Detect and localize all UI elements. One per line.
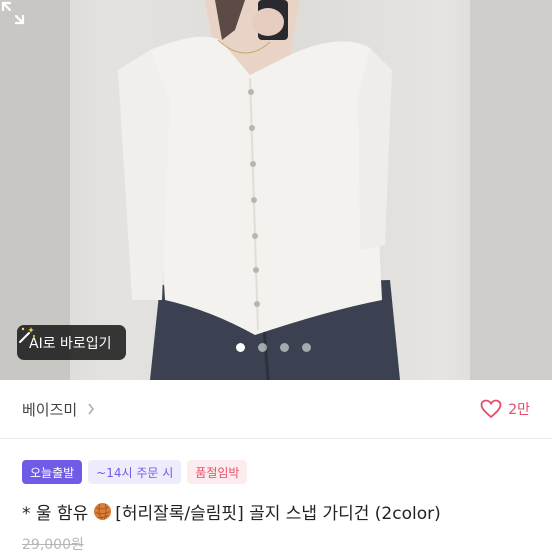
carousel-indicator: [236, 343, 311, 352]
model-illustration: [0, 0, 552, 380]
title-prefix: * 울 함유: [22, 504, 89, 524]
product-title: * 울 함유 [허리잘록/슬림핏] 골지 스냅 가디건 (2color): [22, 499, 441, 524]
yarn-ball-icon: [94, 502, 112, 521]
ai-try-on-button[interactable]: AI로 바로입기: [17, 325, 126, 360]
carousel-dot[interactable]: [236, 343, 245, 352]
shop-row[interactable]: 베이즈미 2만: [0, 380, 552, 438]
heart-outline-icon: [480, 399, 502, 419]
like-count: 2만: [508, 402, 530, 418]
carousel-dot[interactable]: [258, 343, 267, 352]
today-shipping-badge: 오늘출발: [22, 460, 83, 484]
magic-wand-icon: [19, 327, 35, 343]
shop-name[interactable]: 베이즈미: [22, 399, 77, 420]
delivery-badges: 오늘출발 ~14시 주문 시 품절임박: [22, 460, 248, 484]
low-stock-badge: 품절임박: [187, 460, 248, 484]
original-price: 29,000원: [22, 537, 84, 553]
product-image[interactable]: AI로 바로입기: [0, 0, 552, 380]
chevron-right-icon: [88, 403, 95, 415]
title-text: [허리잘록/슬림핏] 골지 스냅 가디건 (2color): [115, 504, 441, 524]
order-deadline-badge: ~14시 주문 시: [88, 460, 182, 484]
expand-icon[interactable]: [0, 0, 26, 26]
carousel-dot[interactable]: [280, 343, 289, 352]
like-button[interactable]: 2만: [480, 399, 530, 419]
carousel-dot[interactable]: [302, 343, 311, 352]
ai-try-on-label: AI로 바로입기: [29, 335, 112, 352]
divider: [0, 438, 552, 439]
